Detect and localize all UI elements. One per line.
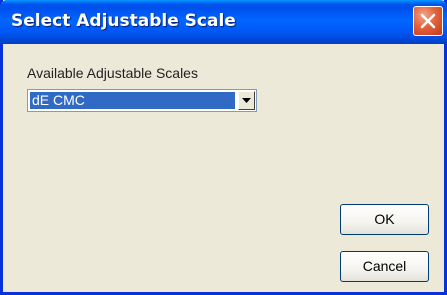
dialog-title: Select Adjustable Scale: [11, 11, 236, 31]
selected-scale[interactable]: dE CMC: [30, 92, 235, 109]
cancel-button[interactable]: Cancel: [340, 251, 429, 282]
ok-button[interactable]: OK: [340, 204, 429, 235]
close-icon: [420, 13, 436, 29]
close-button[interactable]: [413, 6, 443, 36]
dialog-window: Select Adjustable Scale Available Adjust…: [0, 0, 447, 295]
chevron-down-icon: [242, 98, 251, 103]
dropdown-button[interactable]: [238, 91, 255, 110]
title-bar[interactable]: Select Adjustable Scale: [0, 0, 447, 44]
scales-label: Available Adjustable Scales: [27, 65, 198, 81]
scale-dropdown[interactable]: dE CMC: [27, 89, 257, 112]
